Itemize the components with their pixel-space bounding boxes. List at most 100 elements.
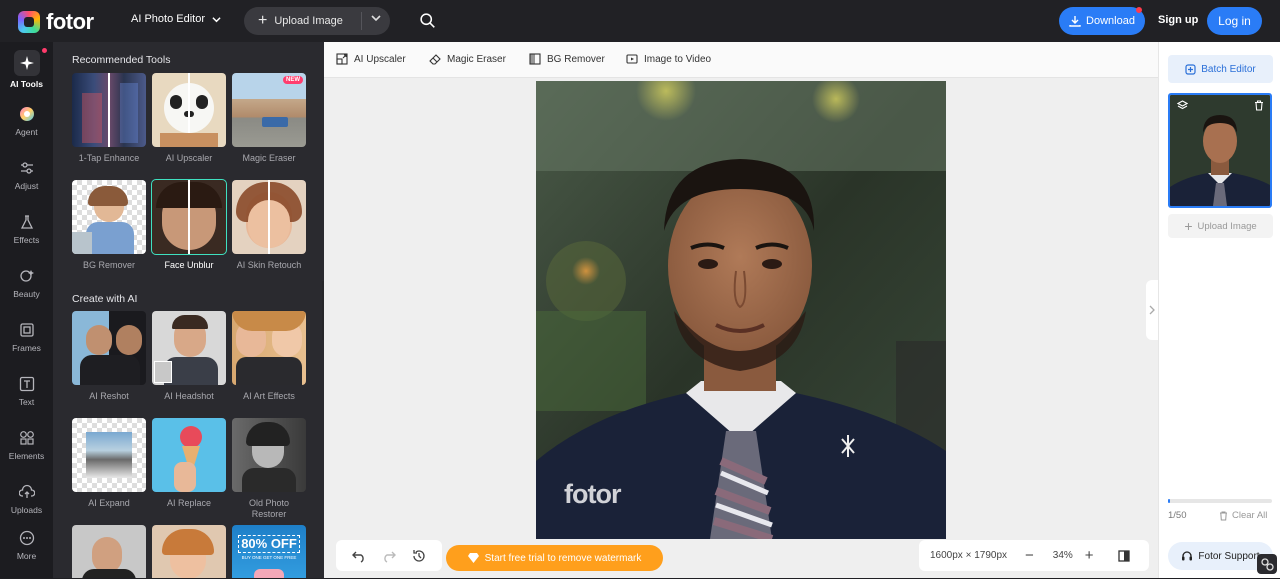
nav-uploads[interactable]: Uploads bbox=[0, 484, 53, 515]
quick-tool-magic-eraser[interactable]: Magic Eraser bbox=[429, 53, 506, 65]
zoom-controls: 1600px × 1790px − 34% + bbox=[919, 540, 1149, 571]
tool-thumbnail bbox=[152, 73, 226, 147]
tool-ai-upscaler[interactable]: AI Upscaler bbox=[152, 73, 226, 164]
layers-icon[interactable] bbox=[1177, 100, 1188, 111]
zoom-level[interactable]: 34% bbox=[1053, 550, 1073, 561]
tool-magic-eraser[interactable]: NEW Magic Eraser bbox=[232, 73, 306, 164]
batch-editor-label: Batch Editor bbox=[1201, 63, 1256, 75]
left-nav: AI Tools Agent Adjust Effects Beauty Fra… bbox=[0, 42, 53, 578]
batch-editor-button[interactable]: Batch Editor bbox=[1168, 55, 1273, 83]
nav-label: AI Tools bbox=[10, 79, 43, 89]
tool-1-tap-enhance[interactable]: 1-Tap Enhance bbox=[72, 73, 146, 164]
tool-panel: Recommended Tools 1-Tap Enhance AI Upsca… bbox=[53, 42, 324, 578]
tool-label: Old Photo Restorer bbox=[248, 498, 290, 519]
upload-image-label: Upload Image bbox=[274, 15, 343, 27]
chevron-down-icon[interactable] bbox=[371, 13, 381, 23]
tool-promo[interactable]: 80% OFF BUY ONE GET ONE FREE bbox=[232, 525, 306, 578]
tool-ai-skin-retouch[interactable]: AI Skin Retouch bbox=[232, 180, 306, 271]
fotor-logo[interactable]: fotor bbox=[18, 9, 94, 35]
nav-label: Elements bbox=[8, 451, 45, 461]
nav-effects[interactable]: Effects bbox=[0, 214, 53, 245]
signup-link[interactable]: Sign up bbox=[1158, 14, 1198, 26]
nav-text[interactable]: Text bbox=[0, 376, 53, 407]
tool-ai-headshot[interactable]: AI Headshot bbox=[152, 311, 226, 402]
thumbnail-image bbox=[1170, 95, 1270, 206]
upload-image-secondary-button[interactable]: + Upload Image bbox=[1168, 214, 1273, 238]
editor-menu[interactable]: AI Photo Editor bbox=[131, 13, 221, 25]
notification-dot bbox=[42, 48, 47, 53]
redo-icon[interactable] bbox=[382, 549, 396, 563]
tool-ai-replace[interactable]: AI Replace bbox=[152, 418, 226, 509]
tool-thumbnail bbox=[232, 418, 306, 492]
zoom-in-button[interactable]: + bbox=[1085, 547, 1094, 564]
tool-thumbnail bbox=[232, 180, 306, 254]
tool-extra-1[interactable] bbox=[72, 525, 146, 578]
tool-label: AI Upscaler bbox=[165, 153, 213, 163]
nav-elements[interactable]: Elements bbox=[0, 430, 53, 461]
tool-label: AI Expand bbox=[88, 498, 130, 508]
chevron-right-icon bbox=[1149, 305, 1155, 315]
compare-icon[interactable] bbox=[1117, 549, 1130, 562]
elements-icon bbox=[19, 431, 34, 445]
upload-image-label: Upload Image bbox=[1197, 220, 1257, 232]
plus-icon: + bbox=[1184, 218, 1193, 234]
text-icon bbox=[19, 376, 34, 392]
quick-tool-bg-remover[interactable]: BG Remover bbox=[529, 53, 605, 65]
login-button[interactable]: Log in bbox=[1207, 7, 1262, 35]
progress-fill bbox=[1168, 499, 1171, 503]
undo-icon[interactable] bbox=[352, 549, 366, 563]
image-dimensions: 1600px × 1790px bbox=[930, 550, 1008, 561]
tool-label: AI Reshot bbox=[89, 391, 129, 401]
image-thumbnail[interactable] bbox=[1168, 93, 1272, 208]
tool-old-photo-restorer[interactable]: Old Photo Restorer bbox=[232, 418, 306, 520]
tool-thumbnail bbox=[152, 418, 226, 492]
nav-frames[interactable]: Frames bbox=[0, 322, 53, 353]
tool-label: Face Unblur bbox=[164, 260, 214, 270]
quick-tool-image-to-video[interactable]: Image to Video bbox=[626, 53, 711, 65]
download-button[interactable]: Download bbox=[1059, 7, 1145, 35]
upscale-icon bbox=[336, 53, 348, 65]
nav-beauty[interactable]: Beauty bbox=[0, 268, 53, 299]
settings-corner-icon[interactable] bbox=[1257, 554, 1277, 574]
nav-label: Text bbox=[18, 397, 35, 407]
flask-icon bbox=[20, 215, 33, 229]
canvas-area: AI Upscaler Magic Eraser BG Remover Imag… bbox=[324, 42, 1158, 578]
nav-ai-tools[interactable]: AI Tools bbox=[0, 50, 53, 89]
clear-all-button[interactable]: Clear All bbox=[1219, 510, 1267, 521]
download-icon bbox=[1069, 16, 1081, 27]
divider bbox=[361, 12, 362, 30]
nav-more[interactable]: More bbox=[0, 530, 53, 561]
expand-right-panel-button[interactable] bbox=[1146, 280, 1158, 340]
tool-face-unblur[interactable]: Face Unblur bbox=[151, 179, 227, 271]
tool-label: 1-Tap Enhance bbox=[78, 153, 140, 163]
tool-ai-art-effects[interactable]: AI Art Effects bbox=[232, 311, 306, 402]
sparkle-icon bbox=[19, 56, 34, 70]
tool-thumbnail bbox=[72, 311, 146, 385]
tool-thumbnail bbox=[72, 73, 146, 147]
quick-tool-label: BG Remover bbox=[547, 53, 605, 65]
tool-ai-reshot[interactable]: AI Reshot bbox=[72, 311, 146, 402]
nav-label: Frames bbox=[12, 343, 41, 353]
quick-tool-ai-upscaler[interactable]: AI Upscaler bbox=[336, 53, 406, 65]
search-icon[interactable] bbox=[419, 12, 436, 29]
tool-thumbnail bbox=[152, 311, 226, 385]
nav-adjust[interactable]: Adjust bbox=[0, 160, 53, 191]
history-icon[interactable] bbox=[412, 549, 426, 563]
headset-icon bbox=[1182, 551, 1193, 561]
nav-agent[interactable]: Agent bbox=[0, 106, 53, 137]
zoom-out-button[interactable]: − bbox=[1025, 547, 1034, 564]
trash-icon[interactable] bbox=[1254, 100, 1264, 111]
tool-extra-2[interactable] bbox=[152, 525, 226, 578]
notification-dot bbox=[1136, 7, 1142, 13]
nav-label: Effects bbox=[13, 235, 40, 245]
tool-ai-expand[interactable]: AI Expand bbox=[72, 418, 146, 509]
edited-photo[interactable]: fotor bbox=[536, 81, 946, 539]
tool-label: AI Replace bbox=[166, 498, 212, 508]
batch-icon bbox=[1185, 63, 1196, 75]
download-label: Download bbox=[1086, 15, 1135, 27]
upload-image-button[interactable]: + Upload Image bbox=[244, 7, 390, 35]
remove-watermark-button[interactable]: Start free trial to remove watermark bbox=[446, 545, 663, 571]
tool-thumbnail bbox=[151, 179, 227, 255]
tool-label: AI Headshot bbox=[164, 391, 214, 401]
tool-bg-remover[interactable]: BG Remover bbox=[72, 180, 146, 271]
